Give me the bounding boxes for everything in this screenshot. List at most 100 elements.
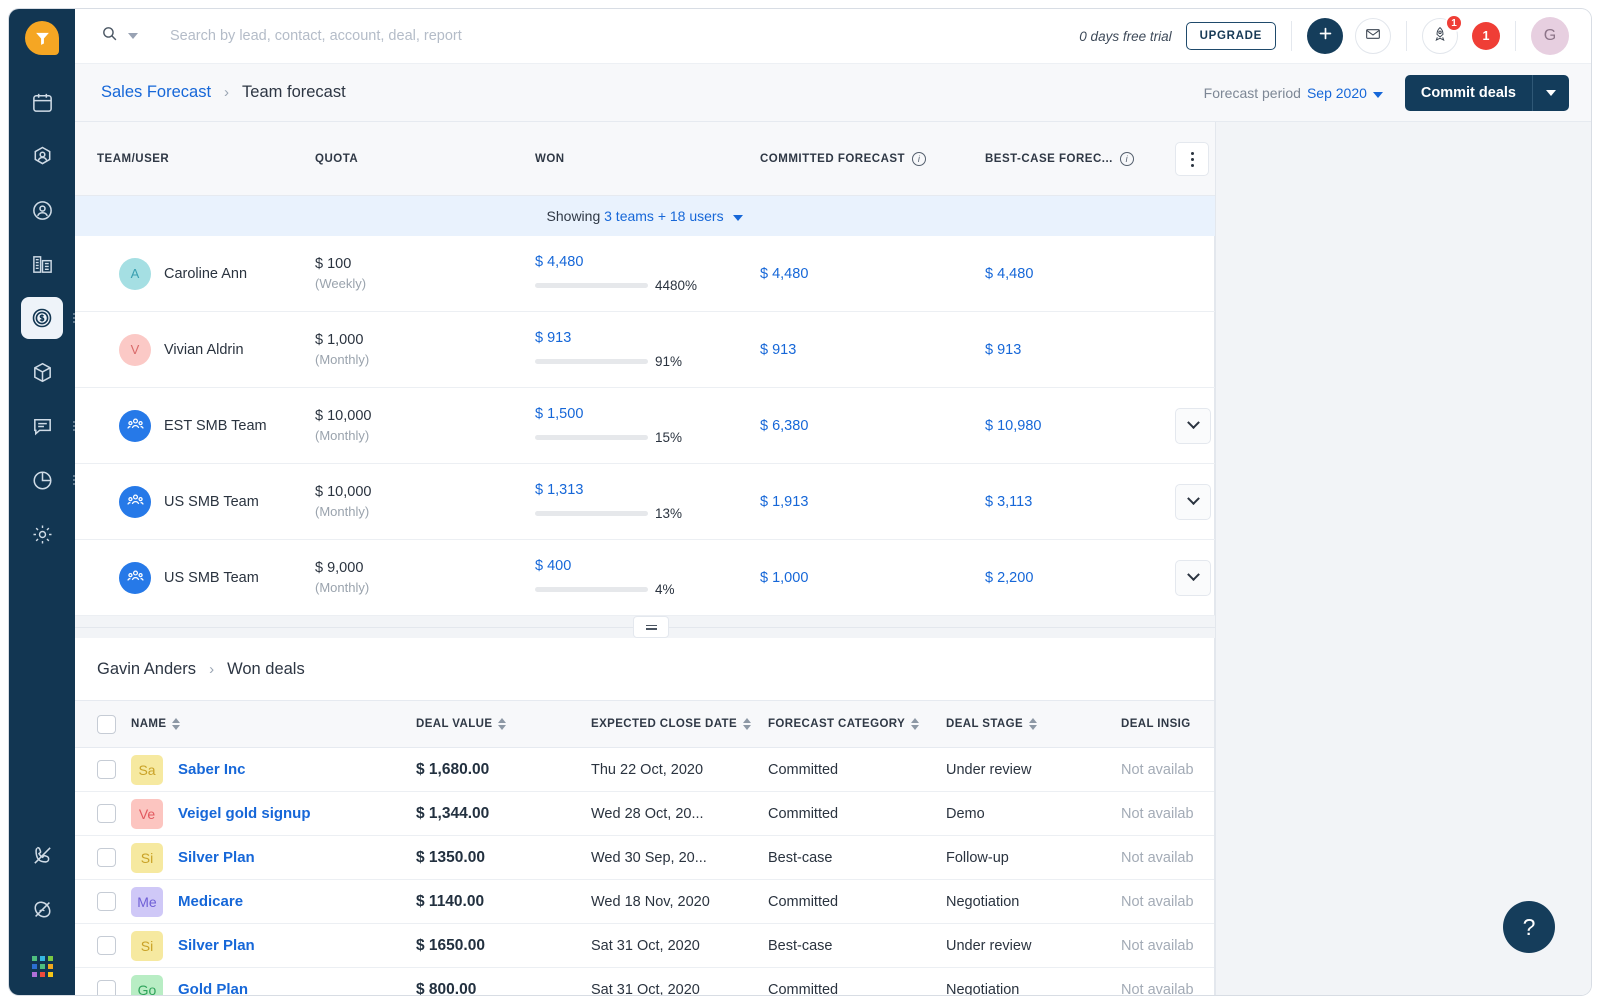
showing-teams-users-link[interactable]: 3 teams + 18 users — [604, 208, 723, 224]
column-header-expected-close-date[interactable]: EXPECTED CLOSE DATE — [591, 701, 768, 748]
column-header-deal-stage[interactable]: DEAL STAGE — [946, 701, 1121, 748]
sort-icon[interactable] — [911, 718, 919, 730]
deal-name-link[interactable]: Gold Plan — [178, 981, 248, 995]
commit-deals-dropdown[interactable] — [1533, 75, 1569, 111]
info-icon[interactable]: i — [1120, 152, 1134, 166]
committed-forecast-value[interactable]: $ 1,913 — [760, 494, 808, 510]
column-header-deal-value[interactable]: DEAL VALUE — [416, 701, 591, 748]
add-new-button[interactable] — [1307, 18, 1343, 54]
sidebar-item-conversations[interactable] — [21, 405, 63, 447]
column-header-forecast-category[interactable]: FORECAST CATEGORY — [768, 701, 946, 748]
won-value[interactable]: $ 1,500 — [535, 406, 760, 422]
search-filter-chevron-down-icon[interactable] — [128, 33, 138, 39]
forecast-row[interactable]: US SMB Team$ 9,000(Monthly)$ 4004%$ 1,00… — [75, 540, 1215, 616]
deal-name-link[interactable]: Veigel gold signup — [178, 805, 311, 822]
row-checkbox[interactable] — [97, 936, 116, 955]
funnel-logo-icon[interactable] — [25, 21, 59, 55]
commit-deals-button[interactable]: Commit deals — [1405, 75, 1569, 111]
info-icon[interactable]: i — [912, 152, 926, 166]
chevron-down-icon[interactable] — [733, 215, 743, 221]
sidebar-item-analytics[interactable] — [21, 459, 63, 501]
deal-row[interactable]: MeMedicare$ 1140.00Wed 18 Nov, 2020Commi… — [75, 880, 1215, 924]
row-checkbox[interactable] — [97, 848, 116, 867]
sidebar-item-notifications-off[interactable] — [21, 888, 63, 930]
best-case-forecast-value[interactable]: $ 3,113 — [985, 494, 1032, 510]
deal-name-link[interactable]: Medicare — [178, 893, 243, 910]
sort-icon[interactable] — [1029, 718, 1037, 730]
forecast-row-best-case-cell: $ 2,200 — [985, 540, 1175, 616]
best-case-forecast-value[interactable]: $ 913 — [985, 342, 1021, 358]
committed-forecast-value[interactable]: $ 4,480 — [760, 266, 808, 282]
forecast-row-team-cell: US SMB Team — [75, 464, 315, 540]
deal-name-link[interactable]: Silver Plan — [178, 937, 255, 954]
sidebar-item-deals[interactable] — [21, 297, 63, 339]
mail-button[interactable] — [1355, 18, 1391, 54]
search-icon[interactable] — [101, 25, 118, 47]
row-checkbox[interactable] — [97, 760, 116, 779]
deal-insight: Not availab — [1121, 850, 1194, 866]
forecast-row[interactable]: EST SMB Team$ 10,000(Monthly)$ 1,50015%$… — [75, 388, 1215, 464]
won-value[interactable]: $ 400 — [535, 558, 760, 574]
sidebar-item-settings[interactable] — [21, 513, 63, 555]
forecast-period-label: Forecast period — [1204, 85, 1301, 101]
column-header-won[interactable]: WON — [535, 122, 760, 196]
forecast-row-committed-cell: $ 6,380 — [760, 388, 985, 464]
table-options-kebab-button[interactable] — [1175, 142, 1209, 176]
best-case-forecast-value[interactable]: $ 4,480 — [985, 266, 1033, 282]
committed-forecast-value[interactable]: $ 6,380 — [760, 418, 808, 434]
app-switcher-grid-icon[interactable] — [32, 956, 53, 977]
splitter-handle[interactable] — [633, 616, 669, 638]
row-checkbox[interactable] — [97, 980, 116, 995]
sort-icon[interactable] — [172, 718, 180, 730]
column-header-name[interactable]: NAME — [131, 701, 416, 748]
won-value[interactable]: $ 4,480 — [535, 254, 760, 270]
forecast-row[interactable]: VVivian Aldrin$ 1,000(Monthly)$ 91391%$ … — [75, 312, 1215, 388]
deal-row[interactable]: SiSilver Plan$ 1650.00Sat 31 Oct, 2020Be… — [75, 924, 1215, 968]
column-header-committed-forecast[interactable]: COMMITTED FORECAST i — [760, 122, 985, 196]
forecast-row[interactable]: ACaroline Ann$ 100(Weekly)$ 4,4804480%$ … — [75, 236, 1215, 312]
sidebar-item-accounts[interactable] — [21, 243, 63, 285]
search-input[interactable] — [170, 28, 690, 44]
sidebar-item-calendar[interactable] — [21, 81, 63, 123]
user-avatar[interactable]: G — [1531, 17, 1569, 55]
sort-icon[interactable] — [743, 718, 751, 730]
column-header-deal-insights[interactable]: DEAL INSIG — [1121, 701, 1215, 748]
column-header-best-case-forecast[interactable]: BEST-CASE FOREC...i — [985, 122, 1175, 196]
deal-name-link[interactable]: Silver Plan — [178, 849, 255, 866]
rocket-button[interactable]: 1 — [1422, 18, 1458, 54]
forecast-period-value[interactable]: Sep 2020 — [1307, 85, 1383, 101]
won-value[interactable]: $ 1,313 — [535, 482, 760, 498]
showing-summary-row: Showing 3 teams + 18 users — [75, 196, 1215, 237]
best-case-forecast-value[interactable]: $ 10,980 — [985, 418, 1041, 434]
expand-row-button[interactable] — [1175, 408, 1211, 444]
committed-forecast-value[interactable]: $ 1,000 — [760, 570, 808, 586]
column-header-quota[interactable]: QUOTA — [315, 122, 535, 196]
sort-icon[interactable] — [498, 718, 506, 730]
deal-row[interactable]: VeVeigel gold signup$ 1,344.00Wed 28 Oct… — [75, 792, 1215, 836]
deals-breadcrumb-user[interactable]: Gavin Anders — [97, 660, 196, 679]
column-header-team-user[interactable]: TEAM/USER — [75, 122, 315, 196]
sidebar-item-phone-disabled[interactable] — [21, 834, 63, 876]
forecast-row[interactable]: US SMB Team$ 10,000(Monthly)$ 1,31313%$ … — [75, 464, 1215, 540]
upgrade-button[interactable]: UPGRADE — [1186, 22, 1276, 50]
sidebar-item-products[interactable] — [21, 351, 63, 393]
deal-name-link[interactable]: Saber Inc — [178, 761, 246, 778]
select-all-checkbox[interactable] — [97, 715, 116, 734]
deal-row[interactable]: SaSaber Inc$ 1,680.00Thu 22 Oct, 2020Com… — [75, 748, 1215, 792]
row-checkbox[interactable] — [97, 892, 116, 911]
column-header-committed-forecast-label: COMMITTED FORECAST — [760, 153, 905, 165]
committed-forecast-value[interactable]: $ 913 — [760, 342, 796, 358]
deal-row[interactable]: GoGold Plan$ 800.00Sat 31 Oct, 2020Commi… — [75, 968, 1215, 996]
help-button[interactable]: ? — [1503, 901, 1555, 953]
sidebar-item-leads[interactable] — [21, 135, 63, 177]
won-value[interactable]: $ 913 — [535, 330, 760, 346]
sidebar-item-contacts[interactable] — [21, 189, 63, 231]
expand-row-button[interactable] — [1175, 484, 1211, 520]
rocket-badge: 1 — [1445, 14, 1463, 32]
breadcrumb-sales-forecast[interactable]: Sales Forecast — [101, 83, 211, 102]
expand-row-button[interactable] — [1175, 560, 1211, 596]
deal-row[interactable]: SiSilver Plan$ 1350.00Wed 30 Sep, 20...B… — [75, 836, 1215, 880]
notification-count-badge[interactable]: 1 — [1472, 22, 1500, 50]
best-case-forecast-value[interactable]: $ 2,200 — [985, 570, 1033, 586]
row-checkbox[interactable] — [97, 804, 116, 823]
